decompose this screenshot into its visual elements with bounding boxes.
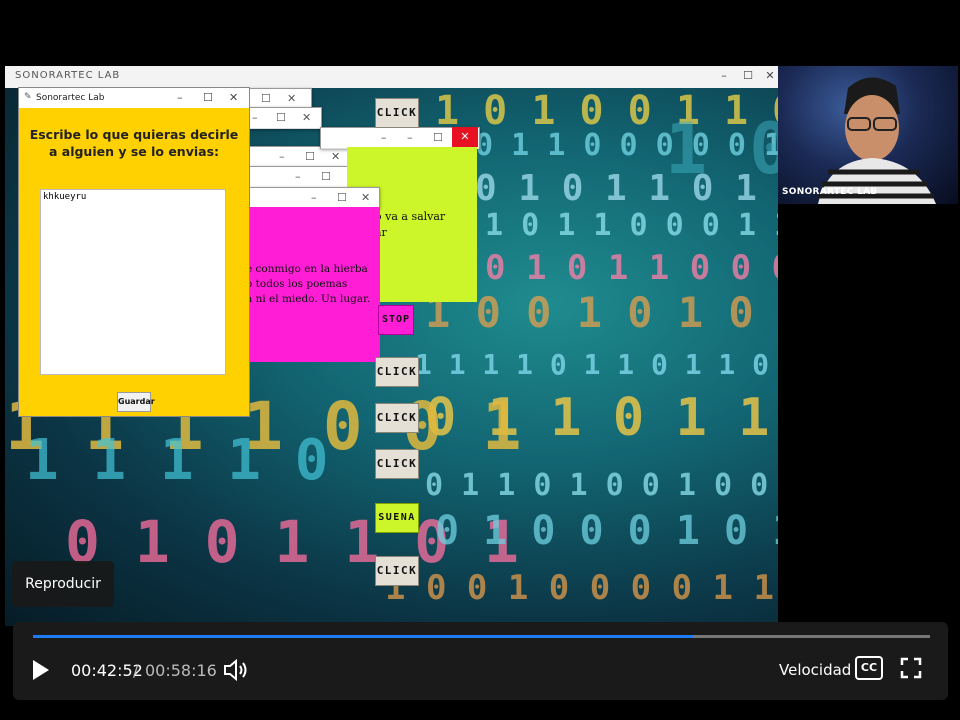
total-time: 00:58:16	[145, 661, 217, 680]
magenta-window-text: e conmigo en la hierba o todos los poema…	[246, 263, 371, 305]
click-button[interactable]: CLICK	[375, 403, 419, 433]
code-digits: 1 0 0 1 0 1 0 1	[425, 288, 778, 337]
background-window[interactable]: –☐✕	[248, 146, 350, 168]
close-icon[interactable]: ✕	[229, 91, 238, 104]
time-separator: /	[133, 661, 139, 680]
volume-icon[interactable]	[223, 659, 249, 681]
webcam-feed: SONORARTEC LAB	[778, 66, 958, 204]
message-window-title: Sonorartec Lab	[36, 93, 105, 103]
player-controls: 00:42:52 / 00:58:16 Velocidad CC	[13, 622, 948, 700]
speed-button[interactable]: Velocidad	[779, 661, 851, 679]
code-digits: 1 0 1 1 0 0 0 1 1 1	[485, 208, 778, 243]
stop-button[interactable]: STOP	[378, 305, 414, 335]
message-prompt: Escribe lo que quieras decirle a alguien…	[29, 127, 239, 159]
message-textarea[interactable]: khkueyru	[40, 189, 226, 375]
background-window[interactable]: –☐✕	[245, 107, 322, 129]
code-digits: 1 1 1 1 0 1 1 0 1 1 0 0 0 0 1	[415, 348, 778, 381]
progress-fill	[33, 635, 693, 638]
close-icon[interactable]: ✕	[452, 127, 478, 147]
click-button[interactable]: CLICK	[375, 357, 419, 387]
code-digits: 1 0 0 1 0 0 0 0 1 1 0 1 0	[385, 568, 778, 608]
play-icon[interactable]	[31, 658, 51, 682]
fullscreen-icon[interactable]	[900, 657, 922, 679]
progress-track[interactable]	[33, 635, 930, 638]
magenta-window-titlebar[interactable]: – ☐ ✕	[248, 187, 380, 209]
host-minimize-icon[interactable]: –	[715, 69, 733, 82]
lime-window-text: o va a salvar ar	[375, 210, 446, 239]
host-window-title: SONORARTEC LAB	[15, 70, 121, 81]
suena-button[interactable]: SUENA	[375, 503, 419, 533]
webcam-label: SONORARTEC LAB	[782, 187, 878, 197]
host-close-icon[interactable]: ✕	[761, 69, 778, 82]
minimize-icon[interactable]: –	[177, 91, 183, 104]
captions-button[interactable]: CC	[855, 656, 883, 680]
click-button[interactable]: CLICK	[375, 556, 419, 586]
code-digits: 0 1 0 1 1 0 0 0 1 1	[485, 248, 778, 288]
presenter-image	[818, 77, 936, 204]
message-window: ✎ Sonorartec Lab – ☐ ✕ Escribe lo que qu…	[18, 87, 250, 417]
app-icon: ✎	[24, 92, 32, 102]
code-digits: 1 1 1 1 0	[25, 428, 329, 493]
message-window-titlebar[interactable]: ✎ Sonorartec Lab – ☐ ✕	[19, 88, 249, 108]
click-button[interactable]: CLICK	[375, 98, 419, 128]
code-digits: 0 1 1 0 1 0 0 1 0 0 0 0 0 0	[425, 468, 778, 503]
code-digits: 0 1 0 0 0 1 0 1 0	[435, 508, 778, 554]
host-titlebar: SONORARTEC LAB – ☐ ✕	[5, 66, 778, 89]
click-button[interactable]: CLICK	[375, 449, 419, 479]
maximize-icon[interactable]: ☐	[203, 91, 213, 104]
host-maximize-icon[interactable]: ☐	[739, 69, 757, 82]
code-digits: 1 0	[665, 108, 778, 190]
play-tooltip: Reproducir	[12, 561, 114, 607]
save-button[interactable]: Guardar	[117, 392, 155, 412]
